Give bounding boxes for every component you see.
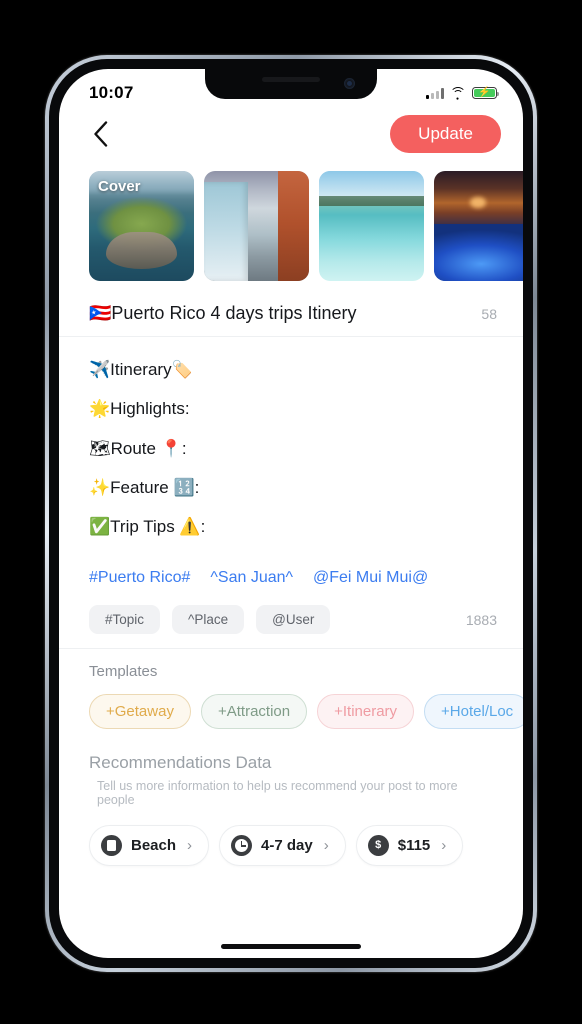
back-button[interactable] (85, 119, 115, 149)
island-icon (101, 835, 122, 857)
body-line-itinerary[interactable]: ✈️Itinerary🏷️ (89, 351, 493, 390)
chevron-left-icon (93, 121, 108, 147)
phone-frame: 10:07 ⚡ Update Cover (45, 55, 537, 972)
battery-charging-icon: ⚡ (472, 87, 500, 99)
recommendations-chip-row[interactable]: Beach › 4-7 day › $ $115 › (59, 807, 523, 872)
nav-bar: Update (59, 111, 523, 161)
recommendation-chip-duration[interactable]: 4-7 day › (219, 825, 346, 867)
update-button[interactable]: Update (390, 114, 501, 154)
insert-place-chip[interactable]: ^Place (172, 605, 245, 635)
post-title-input[interactable]: 🇵🇷Puerto Rico 4 days trips Itinery (89, 303, 357, 324)
phone-screen: 10:07 ⚡ Update Cover (59, 69, 523, 958)
photo-thumbnail-3[interactable] (319, 171, 424, 281)
chevron-right-icon: › (187, 837, 193, 855)
recommendation-duration-label: 4-7 day (261, 837, 313, 855)
recommendation-budget-label: $115 (397, 837, 431, 855)
home-indicator[interactable] (221, 944, 361, 949)
insert-chip-row: #Topic ^Place @User 1883 (59, 597, 523, 650)
photo-carousel[interactable]: Cover (59, 161, 523, 293)
wifi-icon (450, 87, 466, 102)
tag-link-user[interactable]: @Fei Mui Mui@ (313, 569, 428, 587)
notch (205, 69, 377, 99)
photo-thumbnail-2[interactable] (204, 171, 309, 281)
body-character-count: 1883 (465, 611, 497, 628)
templates-pill-row[interactable]: +Getaway +Attraction +Itinerary +Hotel/L… (59, 682, 523, 735)
recommendations-subtitle: Tell us more information to help us reco… (97, 779, 458, 808)
recommendation-chip-budget[interactable]: $ $115 › (355, 825, 464, 867)
post-body-input[interactable]: ✈️Itinerary🏷️ 🌟Highlights: 🗺Route 📍: ✨Fe… (59, 337, 523, 551)
status-icons: ⚡ (426, 87, 500, 102)
photo-thumbnail-1[interactable]: Cover (89, 171, 194, 281)
template-pill-hotel-location[interactable]: +Hotel/Loc (424, 694, 523, 730)
chevron-right-icon: › (441, 837, 447, 855)
earpiece-speaker-icon (262, 77, 320, 82)
body-line-feature[interactable]: ✨Feature 🔢: (89, 469, 493, 508)
front-camera-icon (344, 78, 355, 89)
dollar-icon: $ (367, 835, 389, 857)
insert-user-chip[interactable]: @User (256, 605, 331, 635)
chevron-right-icon: › (323, 837, 329, 855)
recommendations-heading: Recommendations Data (89, 753, 272, 773)
clock-icon (231, 835, 253, 857)
status-time: 10:07 (89, 83, 134, 102)
tag-link-place[interactable]: ^San Juan^ (210, 569, 293, 587)
body-line-route[interactable]: 🗺Route 📍: (89, 430, 493, 469)
title-row: 🇵🇷Puerto Rico 4 days trips Itinery 58 (59, 293, 523, 337)
template-pill-itinerary[interactable]: +Itinerary (317, 694, 415, 730)
body-line-trip-tips[interactable]: ✅Trip Tips ⚠️: (89, 508, 493, 547)
insert-topic-chip[interactable]: #Topic (89, 605, 161, 635)
body-line-highlights[interactable]: 🌟Highlights: (89, 390, 493, 429)
cellular-signal-icon (426, 87, 444, 99)
recommendation-beach-label: Beach (131, 837, 177, 855)
phone-body: 10:07 ⚡ Update Cover (49, 59, 533, 968)
recommendation-chip-beach[interactable]: Beach › (89, 825, 210, 867)
title-character-count: 58 (481, 305, 497, 322)
post-tag-links: #Puerto Rico# ^San Juan^ @Fei Mui Mui@ (59, 551, 523, 597)
screenshot-stage: 10:07 ⚡ Update Cover (0, 0, 582, 1024)
photo-thumbnail-4[interactable] (434, 171, 523, 281)
templates-heading: Templates (89, 663, 158, 681)
cover-badge: Cover (98, 178, 141, 195)
template-pill-getaway[interactable]: +Getaway (89, 694, 191, 730)
template-pill-attraction[interactable]: +Attraction (200, 694, 308, 730)
tag-link-topic[interactable]: #Puerto Rico# (89, 569, 190, 587)
